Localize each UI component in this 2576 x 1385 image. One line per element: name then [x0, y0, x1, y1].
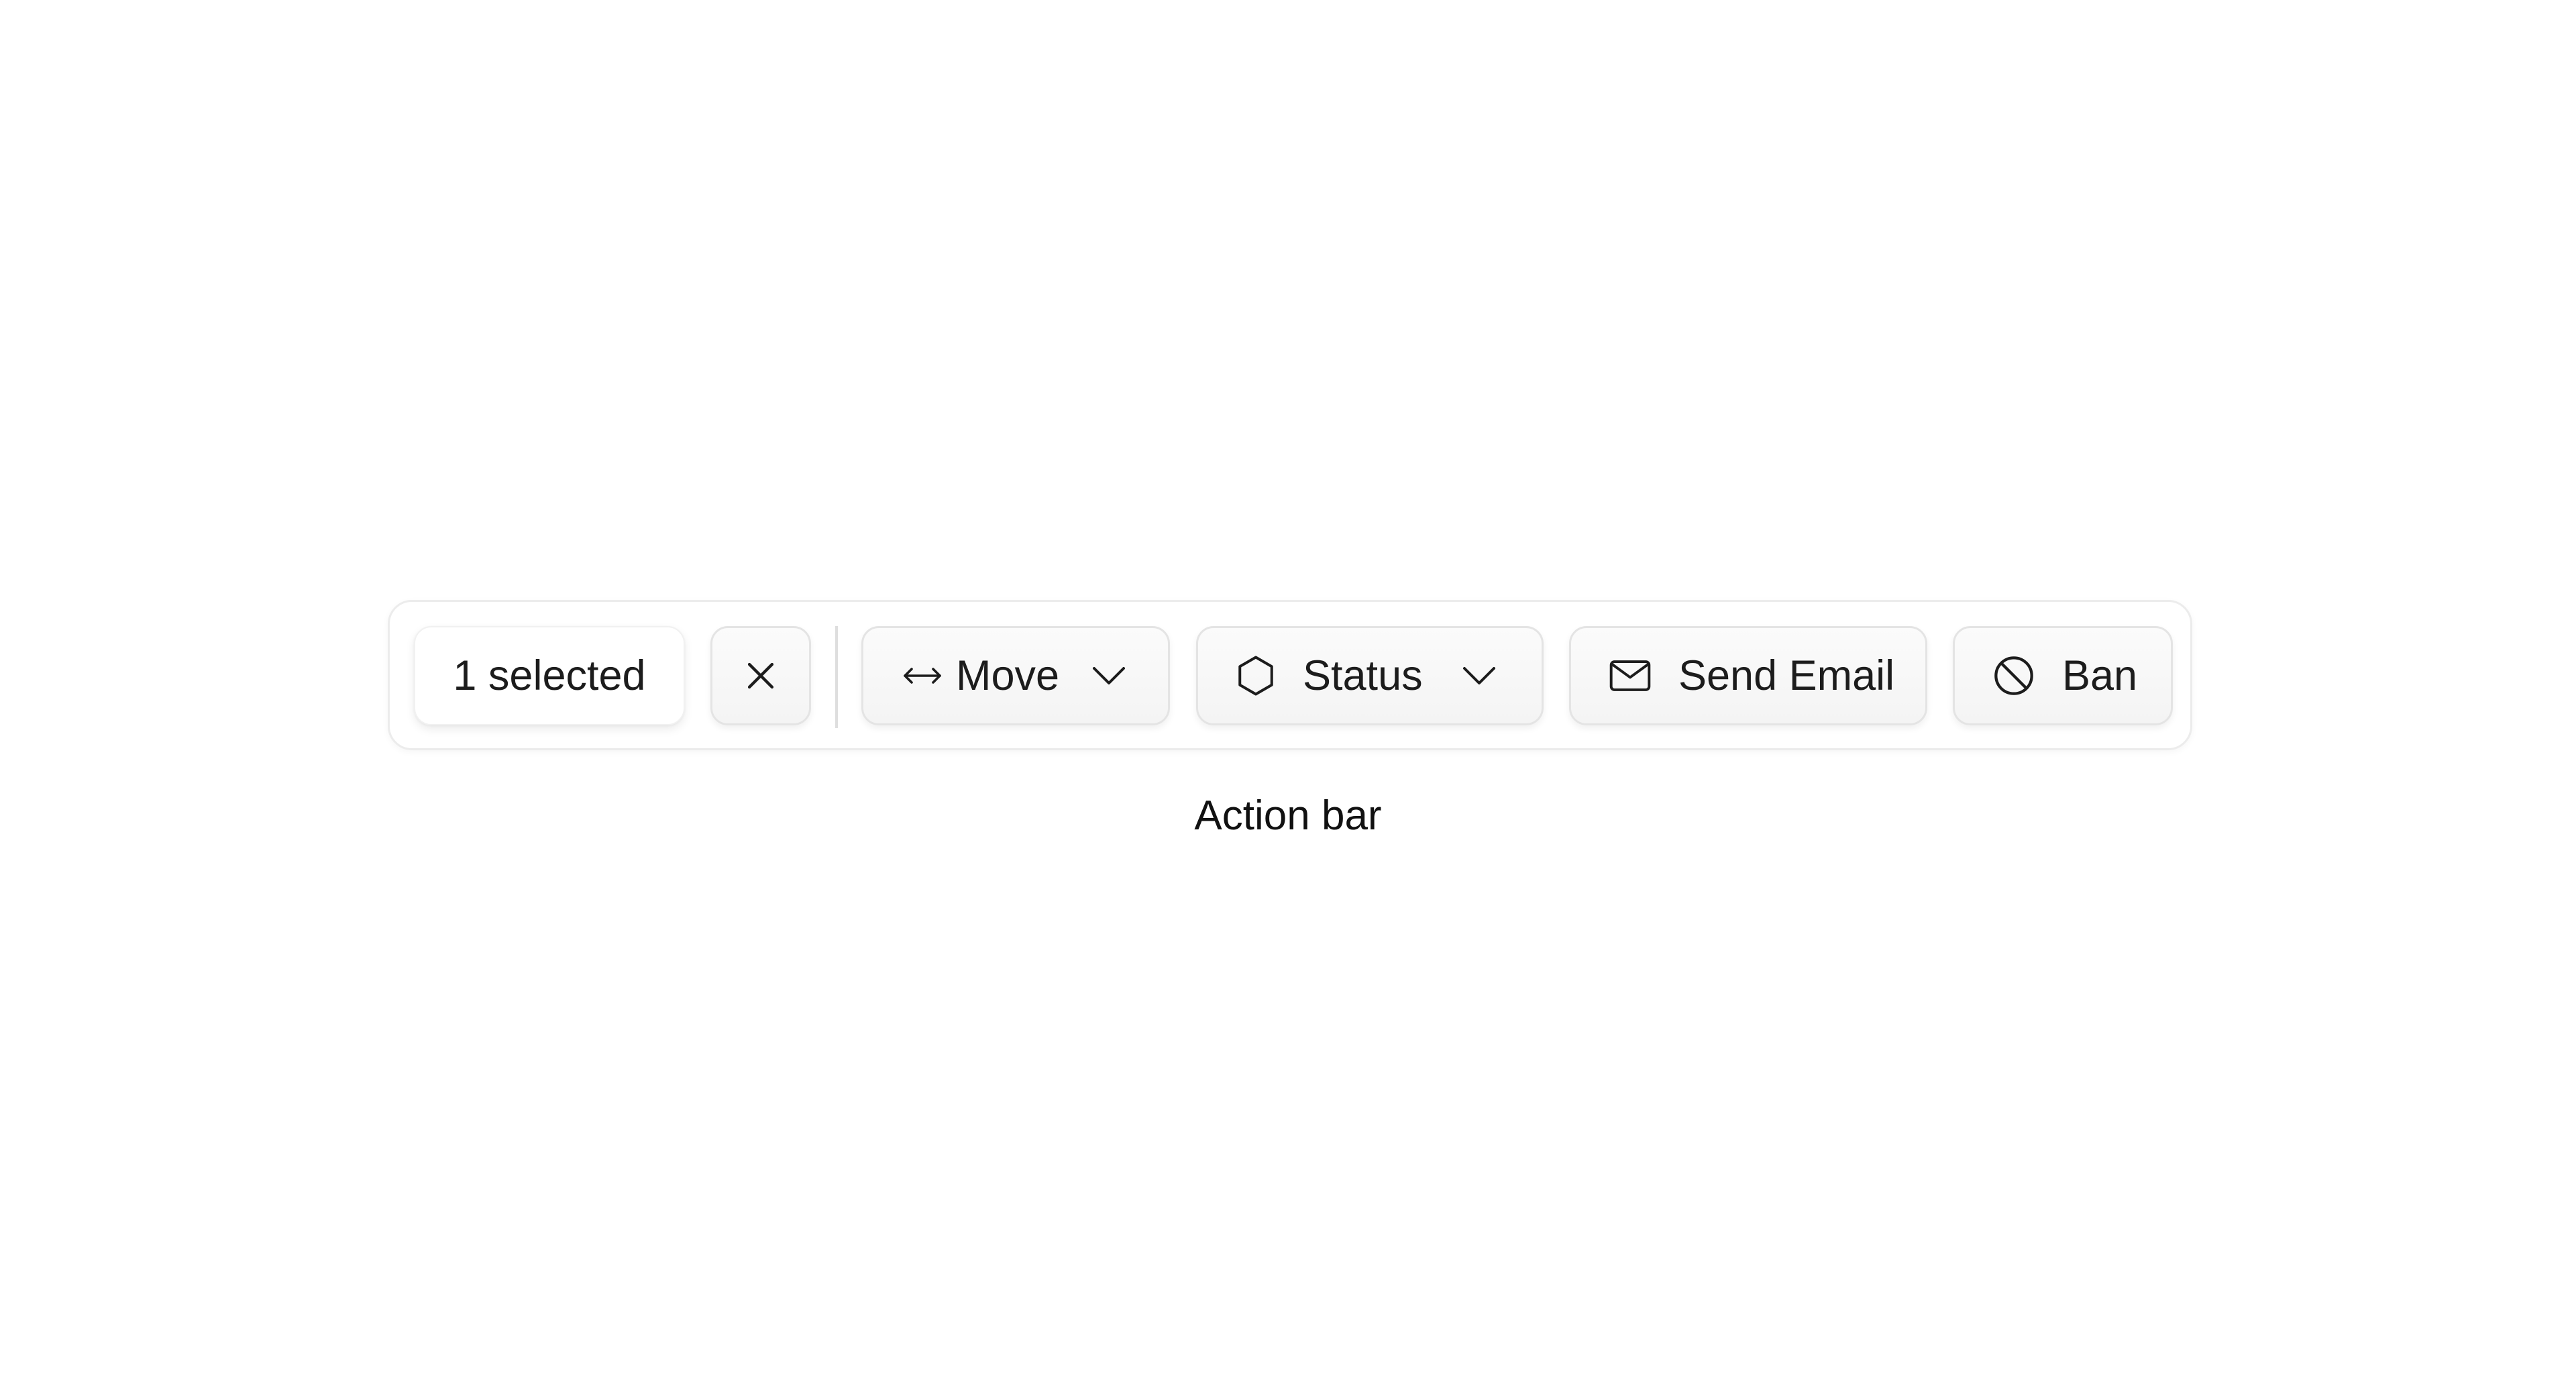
move-button-label: Move — [956, 652, 1060, 699]
selection-count-badge: 1 selected — [414, 626, 685, 725]
clear-selection-button[interactable] — [710, 626, 811, 725]
divider — [835, 626, 838, 728]
selection-count-label: 1 selected — [453, 652, 646, 699]
stage: 1 selected Move Status Send Email Ban Ac… — [0, 0, 2576, 1385]
chevron-down-icon — [1090, 664, 1128, 687]
hexagon-icon — [1236, 654, 1276, 698]
ban-icon — [1992, 654, 2035, 697]
mail-icon — [1609, 659, 1652, 692]
status-button[interactable]: Status — [1196, 626, 1544, 725]
chevron-down-icon — [1460, 664, 1498, 687]
ban-button[interactable]: Ban — [1953, 626, 2173, 725]
ban-button-label: Ban — [2062, 652, 2138, 699]
move-button[interactable]: Move — [861, 626, 1170, 725]
close-icon — [741, 656, 780, 695]
caption: Action bar — [1194, 792, 1382, 839]
arrows-horizontal-icon — [901, 662, 944, 689]
send-email-button-label: Send Email — [1678, 652, 1895, 699]
status-button-label: Status — [1303, 652, 1423, 699]
action-bar: 1 selected Move Status Send Email Ban — [388, 600, 2192, 750]
send-email-button[interactable]: Send Email — [1569, 626, 1927, 725]
